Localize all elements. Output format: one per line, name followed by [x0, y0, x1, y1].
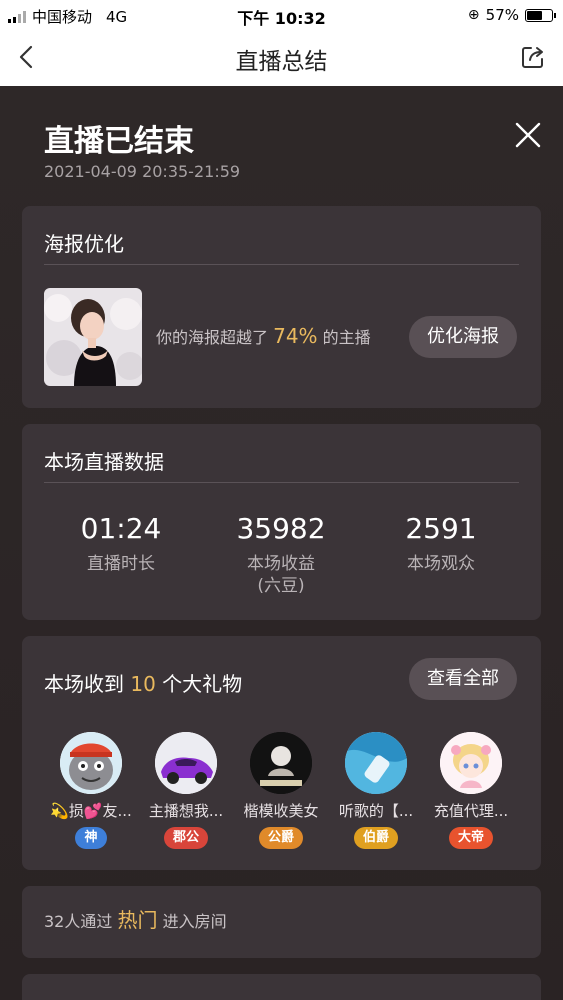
stat-label: 直播时长	[87, 554, 155, 574]
level-badge: 伯爵	[353, 827, 398, 849]
big-gifts-count: 10	[130, 672, 156, 696]
hot-entry-prefix: 32人通过	[44, 912, 113, 931]
level-badge: 大帝	[448, 827, 493, 849]
status-bar: 中国移动 4G 下午 10:32 ⊕ 57%	[0, 0, 563, 30]
gift-sender-name: 楷模收美女	[243, 802, 319, 820]
rotation-lock-icon: ⊕	[467, 7, 480, 23]
hot-entry-suffix: 进入房间	[162, 912, 227, 931]
avatar	[440, 732, 502, 794]
live-summary-panel: 直播已结束 2021-04-09 20:35-21:59 海报优化 你的海报超越…	[0, 86, 563, 1000]
divider	[44, 264, 519, 265]
gift-sender-name: 充值代理...	[433, 802, 509, 820]
stat-income: 35982 本场收益 (六豆)	[206, 512, 356, 597]
level-badge: 郡公	[163, 827, 208, 849]
hot-entry-card: 32人通过 热门 进入房间	[22, 886, 541, 958]
stat-audience: 2591 本场观众	[366, 512, 516, 575]
gift-sender-name: 💫损💕友...	[50, 802, 132, 820]
gift-sender[interactable]: 听歌的【... 伯爵	[321, 732, 431, 849]
big-gifts-card: 本场收到 10 个大礼物 查看全部 💫损💕友... 神 主播想我... 郡公 楷…	[22, 636, 541, 870]
gift-sender[interactable]: 主播想我... 郡公	[131, 732, 241, 849]
stat-value: 35982	[236, 512, 326, 545]
stat-label: 本场收益	[247, 554, 315, 574]
page-title: 直播总结	[235, 49, 328, 75]
level-badge: 公爵	[258, 827, 303, 849]
big-gifts-title-suffix: 个大礼物	[162, 672, 243, 696]
big-gifts-title-prefix: 本场收到	[44, 672, 124, 696]
optimize-poster-button[interactable]: 优化海报	[409, 316, 517, 358]
avatar	[60, 732, 122, 794]
divider	[44, 482, 519, 483]
gift-sender-name: 主播想我...	[148, 802, 224, 820]
stat-value: 01:24	[80, 512, 162, 545]
stat-label: 本场观众	[407, 554, 475, 574]
nav-bar: 直播总结	[0, 30, 563, 86]
hot-entry-highlight: 热门	[117, 908, 158, 932]
poster-rank-prefix: 你的海报超越了	[156, 328, 269, 347]
live-ended-title: 直播已结束	[44, 124, 194, 159]
level-badge: 神	[75, 827, 107, 849]
next-card	[22, 974, 541, 1000]
live-time-range: 2021-04-09 20:35-21:59	[44, 162, 241, 181]
poster-card-title: 海报优化	[44, 232, 124, 256]
stat-sublabel: (六豆)	[257, 576, 305, 596]
gift-sender[interactable]: 💫损💕友... 神	[36, 732, 146, 849]
stat-duration: 01:24 直播时长	[46, 512, 196, 575]
stat-value: 2591	[405, 512, 477, 545]
live-stats-title: 本场直播数据	[44, 450, 164, 474]
battery-icon	[525, 8, 556, 22]
avatar	[155, 732, 217, 794]
avatar	[345, 732, 407, 794]
share-icon[interactable]	[519, 43, 547, 71]
poster-rank-text: 你的海报超越了 74% 的主播	[156, 324, 371, 348]
live-stats-card: 本场直播数据 01:24 直播时长 35982 本场收益 (六豆) 2591 本…	[22, 424, 541, 620]
battery-percent: 57%	[485, 6, 519, 24]
poster-rank-suffix: 的主播	[322, 328, 371, 347]
view-all-button[interactable]: 查看全部	[409, 658, 517, 700]
close-icon[interactable]	[513, 120, 543, 150]
poster-rank-percent: 74%	[273, 324, 318, 348]
gift-sender[interactable]: 楷模收美女 公爵	[226, 732, 336, 849]
gift-sender-name: 听歌的【...	[338, 802, 414, 820]
hot-entry-text: 32人通过 热门 进入房间	[44, 904, 227, 933]
avatar	[250, 732, 312, 794]
big-gifts-title: 本场收到 10 个大礼物	[44, 668, 242, 697]
poster-thumbnail[interactable]	[44, 288, 142, 386]
gift-sender[interactable]: 充值代理... 大帝	[416, 732, 526, 849]
poster-card: 海报优化 你的海报超越了 74% 的主播 优化海报	[22, 206, 541, 408]
